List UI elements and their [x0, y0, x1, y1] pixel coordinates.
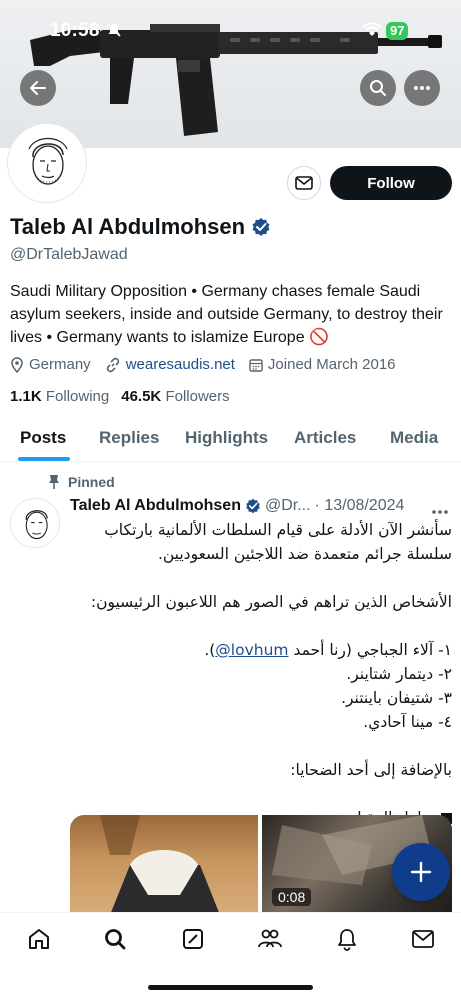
post-line: الأشخاص الذين تراهم في الصور هم اللاعبون…: [90, 593, 452, 611]
joined-text: Joined March 2016: [267, 356, 396, 373]
following-count: 1.1K: [10, 388, 42, 405]
followers-link[interactable]: 46.5K Followers: [121, 388, 229, 405]
message-button[interactable]: [287, 166, 321, 200]
more-icon: [432, 510, 448, 514]
search-icon: [370, 80, 386, 96]
post-line: سأنشر الآن الأدلة على قيام السلطات الألم…: [104, 521, 452, 539]
profile-name-row: Taleb Al Abdulmohsen: [10, 214, 271, 240]
active-tab-indicator: [18, 457, 70, 461]
nav-explore[interactable]: [102, 926, 128, 952]
tab-media[interactable]: Media: [390, 428, 438, 448]
profile-bio: Saudi Military Opposition • Germany chas…: [10, 283, 443, 346]
grok-icon: [183, 929, 203, 949]
tab-replies[interactable]: Replies: [99, 428, 159, 448]
profile-handle: @DrTalebJawad: [10, 246, 128, 263]
nav-notifications[interactable]: [334, 926, 360, 952]
profile-meta: Germany wearesaudis.net Joined March 201…: [10, 356, 396, 373]
post-line: ٣- شتيفان باينتنر.: [341, 689, 452, 707]
profile-website[interactable]: wearesaudis.net: [105, 356, 235, 373]
mention-link[interactable]: @lovhum: [215, 641, 288, 659]
pin-icon: [49, 475, 59, 489]
mail-icon: [295, 176, 313, 190]
followers-count: 46.5K: [121, 388, 162, 405]
post-line: ١- آلاء الجباجي (رنا أحمد @lovhum).: [70, 638, 452, 662]
post-text: سأنشر الآن الأدلة على قيام السلطات الألم…: [70, 518, 452, 830]
nav-grok[interactable]: [180, 926, 206, 952]
followers-label: Followers: [165, 388, 230, 405]
profile-tabs: Posts Replies Highlights Articles Media: [0, 420, 461, 462]
post-header: Taleb Al Abdulmohsen @Dr... · 13/08/2024: [70, 497, 404, 515]
status-bar: 10:58 97: [0, 0, 461, 60]
battery-indicator: 97: [386, 22, 409, 40]
photo-thumbnail: [100, 815, 220, 915]
search-icon: [105, 929, 126, 950]
following-link[interactable]: 1.1K Following: [10, 388, 109, 405]
search-button[interactable]: [360, 70, 396, 106]
video-duration: 0:08: [272, 888, 312, 906]
status-time: 10:58: [50, 20, 100, 41]
bell-muted-icon: [106, 22, 122, 43]
post-date: · 13/08/2024: [314, 497, 405, 514]
profile-counts: 1.1K Following 46.5K Followers: [10, 388, 230, 405]
following-label: Following: [45, 388, 110, 405]
profile-location: Germany: [10, 356, 91, 373]
profile-joined: Joined March 2016: [249, 356, 396, 373]
post-author-handle: @Dr...: [264, 497, 311, 514]
tab-articles[interactable]: Articles: [294, 428, 356, 448]
post-author-avatar[interactable]: [10, 498, 60, 548]
tab-highlights[interactable]: Highlights: [185, 428, 268, 448]
post-line-text: ).: [204, 641, 216, 659]
profile-name: Taleb Al Abdulmohsen: [10, 214, 246, 239]
tab-posts[interactable]: Posts: [20, 428, 66, 448]
avatar-sketch-image: [11, 499, 59, 547]
plus-icon: [410, 861, 432, 883]
home-indicator: [148, 985, 313, 990]
nav-communities[interactable]: [257, 926, 283, 952]
link-icon: [106, 357, 119, 372]
post-line: بالإضافة إلى أحد الضحايا:: [290, 761, 452, 779]
verified-badge-icon[interactable]: [251, 217, 271, 237]
arrow-left-icon: [30, 81, 46, 95]
post-line: ٢- ديتمار شتاينر.: [346, 665, 452, 683]
pinned-indicator: Pinned: [48, 474, 115, 490]
verified-badge-icon: [246, 498, 260, 514]
more-icon: [414, 86, 430, 90]
home-icon: [29, 929, 49, 949]
profile-avatar[interactable]: [8, 124, 86, 202]
back-button[interactable]: [20, 70, 56, 106]
avatar-sketch-image: [11, 127, 83, 199]
post-author-name[interactable]: Taleb Al Abdulmohsen: [70, 497, 241, 515]
nav-home[interactable]: [26, 926, 52, 952]
post-media-image[interactable]: [70, 815, 258, 915]
location-text: Germany: [29, 356, 91, 373]
post-line: سلسلة جرائم متعمدة ضد اللاجئين السعوديين…: [157, 545, 452, 563]
people-icon: [258, 929, 282, 948]
compose-button[interactable]: [392, 843, 450, 901]
location-pin-icon: [11, 356, 23, 373]
post-line: ٤- مينا آحادي.: [363, 713, 452, 731]
bell-icon: [338, 929, 356, 951]
wifi-icon: [362, 22, 382, 43]
follow-button[interactable]: Follow: [330, 166, 452, 200]
post-line-text: ١- آلاء الجباجي (رنا أحمد: [288, 641, 452, 659]
mail-icon: [412, 930, 434, 948]
post-more-button[interactable]: [432, 498, 448, 519]
pinned-label: Pinned: [68, 474, 115, 490]
calendar-icon: [249, 358, 263, 372]
website-link[interactable]: wearesaudis.net: [126, 356, 235, 373]
more-options-button[interactable]: [404, 70, 440, 106]
nav-messages[interactable]: [410, 926, 436, 952]
